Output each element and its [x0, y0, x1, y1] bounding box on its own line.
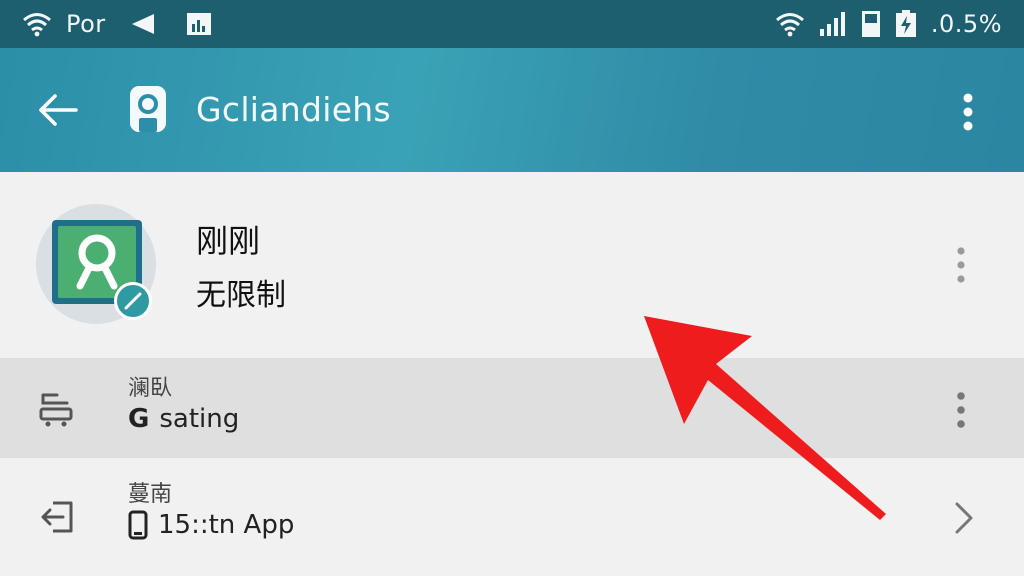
list-item[interactable]: 澜臥 G sating — [0, 358, 1024, 458]
status-bar-left: Por — [22, 10, 212, 38]
edit-badge — [114, 282, 152, 320]
back-button[interactable] — [34, 88, 82, 132]
pencil-icon — [124, 292, 142, 310]
profile-name: 刚刚 — [196, 222, 261, 260]
row-value: G sating — [128, 404, 239, 434]
row-value: 15::tn App — [128, 510, 294, 540]
back-arrow-icon — [130, 13, 156, 35]
phone-icon — [128, 510, 148, 540]
overflow-menu-button[interactable] — [952, 88, 984, 136]
row-lead: G — [128, 404, 150, 434]
sort-icon — [34, 386, 80, 432]
battery-charging-icon — [895, 10, 917, 38]
row-more-button[interactable] — [946, 388, 976, 432]
row-value-text: 15::tn App — [158, 510, 295, 540]
more-vert-icon — [957, 392, 965, 428]
status-bar-right: .0.5% — [775, 10, 1002, 38]
wifi-icon — [775, 11, 805, 37]
back-arrow-icon — [39, 94, 78, 126]
row-title: 蔓南 — [128, 482, 173, 507]
chevron-right-icon — [955, 502, 973, 534]
row-value-text: sating — [159, 404, 240, 434]
more-vert-icon — [963, 93, 973, 131]
sim-icon — [861, 10, 881, 38]
chevron-right-button[interactable] — [944, 496, 984, 540]
profile-subtitle: 无限制 — [196, 278, 286, 313]
status-bar: Por .0.5% — [0, 0, 1024, 48]
battery-percent: .0.5% — [930, 10, 1002, 38]
image-icon — [186, 12, 212, 36]
profile-more-button[interactable] — [946, 242, 976, 288]
exit-icon — [34, 494, 80, 540]
app-title: Gcliandiehs — [196, 90, 392, 129]
more-vert-icon — [957, 247, 965, 283]
row-title: 澜臥 — [128, 376, 173, 401]
carrier-label: Por — [66, 10, 106, 38]
profile-card[interactable]: 刚刚 无限制 — [0, 172, 1024, 358]
location-pin-icon — [128, 84, 168, 136]
wifi-icon — [22, 11, 52, 37]
app-bar: Gcliandiehs — [0, 48, 1024, 172]
list-item[interactable]: 蔓南 15::tn App — [0, 458, 1024, 576]
avatar[interactable] — [36, 204, 156, 324]
signal-icon — [819, 11, 847, 37]
